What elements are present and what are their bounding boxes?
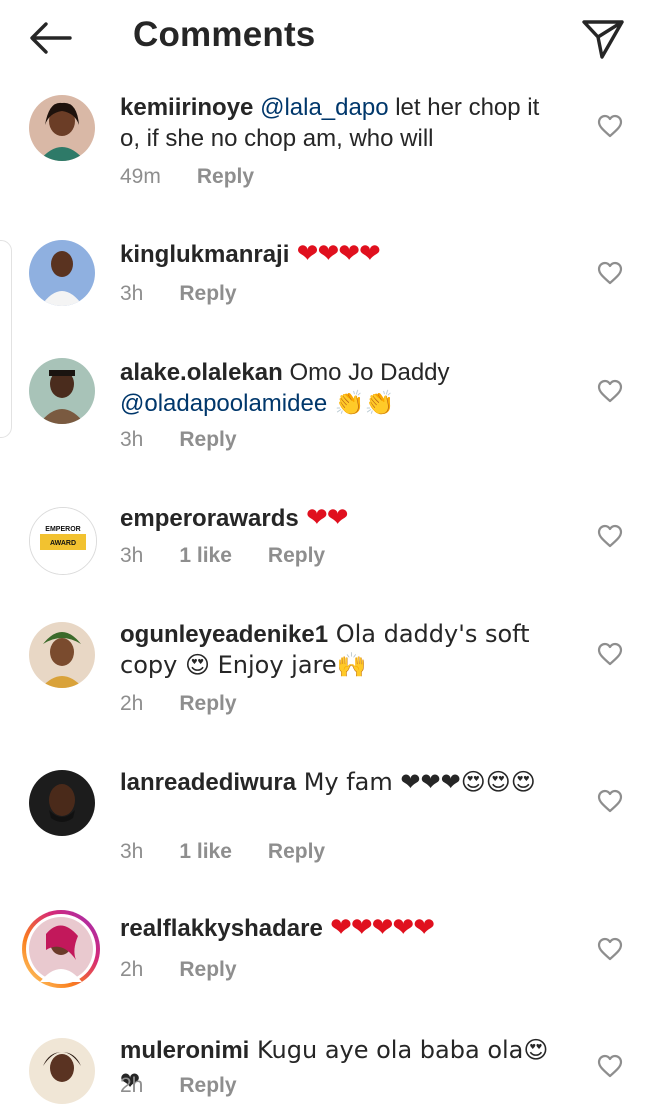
comment-time: 3h — [120, 428, 144, 451]
avatar[interactable] — [29, 622, 95, 688]
comment-time: 3h — [120, 544, 144, 567]
comment-text: lanreadediwura My fam ❤❤❤😍😍😍 — [120, 767, 560, 798]
comment-meta: 49m Reply — [120, 165, 290, 189]
comment-text: ogunleyeadenike1 Ola daddy's soft copy 😍… — [120, 619, 560, 681]
comment-text: alake.olalekan Omo Jo Daddy @oladapoolam… — [120, 357, 560, 419]
comment-body: My fam ❤❤❤😍😍😍 — [296, 768, 536, 796]
like-heart-icon[interactable] — [597, 114, 623, 138]
avatar-story-ring[interactable] — [22, 910, 100, 988]
reply-button[interactable]: Reply — [197, 165, 254, 189]
comment-body: ❤❤❤❤ — [289, 239, 381, 269]
comment-meta: 2h Reply — [120, 1074, 273, 1098]
comment-username[interactable]: realflakkyshadare — [120, 915, 323, 942]
comment-meta: 3h Reply — [120, 428, 273, 452]
avatar[interactable] — [29, 95, 95, 161]
reply-button[interactable]: Reply — [179, 692, 236, 716]
comment-text: kemiirinoye @lala_dapo let her chop it o… — [120, 92, 560, 154]
comment-body: Omo Jo Daddy — [282, 359, 450, 386]
avatar[interactable] — [29, 770, 95, 836]
comment-time: 3h — [120, 840, 144, 863]
comment-time: 2h — [120, 958, 144, 981]
comments-header: Comments — [0, 0, 662, 80]
comment-time: 2h — [120, 1074, 144, 1097]
comment-username[interactable]: alake.olalekan — [120, 359, 283, 386]
like-heart-icon[interactable] — [597, 789, 623, 813]
comment-body: ❤❤❤❤❤ — [322, 913, 435, 943]
comment-text: realflakkyshadare ❤❤❤❤❤ — [120, 913, 560, 944]
likes-count[interactable]: 1 like — [179, 544, 232, 568]
avatar[interactable]: EMPEROR AWARD — [29, 507, 97, 575]
comment-username[interactable]: emperorawards — [120, 505, 299, 532]
like-heart-icon[interactable] — [597, 524, 623, 548]
like-heart-icon[interactable] — [597, 642, 623, 666]
comment-text: emperorawards ❤❤ — [120, 503, 560, 534]
page-title: Comments — [133, 15, 316, 54]
reply-button[interactable]: Reply — [179, 428, 236, 452]
likes-count[interactable]: 1 like — [179, 840, 232, 864]
mention-link[interactable]: @lala_dapo — [260, 94, 388, 121]
reply-button[interactable]: Reply — [179, 1074, 236, 1098]
comment-meta: 3h Reply — [120, 282, 273, 306]
side-panel-edge — [0, 240, 12, 438]
comment-meta: 3h 1 like Reply — [120, 840, 361, 864]
comment-username[interactable]: kemiirinoye — [120, 94, 253, 121]
reply-button[interactable]: Reply — [179, 282, 236, 306]
comment-time: 49m — [120, 165, 161, 188]
mention-link[interactable]: @oladapoolamidee — [120, 390, 327, 417]
back-button[interactable] — [26, 18, 76, 58]
comment-username[interactable]: ogunleyeadenike1 — [120, 621, 328, 648]
avatar[interactable] — [29, 1038, 95, 1104]
like-heart-icon[interactable] — [597, 261, 623, 285]
avatar[interactable] — [29, 240, 95, 306]
comment-meta: 2h Reply — [120, 692, 273, 716]
comment-body: ❤❤ — [298, 503, 349, 533]
svg-text:AWARD: AWARD — [50, 540, 76, 547]
comment-meta: 3h 1 like Reply — [120, 544, 361, 568]
comment-username[interactable]: lanreadediwura — [120, 769, 296, 796]
comment-time: 3h — [120, 282, 144, 305]
reply-button[interactable]: Reply — [268, 840, 325, 864]
paper-plane-icon — [582, 20, 624, 59]
comment-username[interactable]: muleronimi — [120, 1037, 249, 1064]
comment-username[interactable]: kinglukmanraji — [120, 241, 289, 268]
comment-emoji: 👏👏 — [327, 389, 395, 417]
arrow-left-icon — [30, 22, 72, 54]
like-heart-icon[interactable] — [597, 1054, 623, 1078]
comment-time: 2h — [120, 692, 144, 715]
comment-meta: 2h Reply — [120, 958, 273, 982]
avatar[interactable] — [29, 358, 95, 424]
like-heart-icon[interactable] — [597, 379, 623, 403]
share-button[interactable] — [580, 15, 626, 61]
comment-text: kinglukmanraji ❤❤❤❤ — [120, 239, 560, 270]
like-heart-icon[interactable] — [597, 937, 623, 961]
logo-text: EMPEROR — [45, 526, 80, 533]
reply-button[interactable]: Reply — [268, 544, 325, 568]
reply-button[interactable]: Reply — [179, 958, 236, 982]
